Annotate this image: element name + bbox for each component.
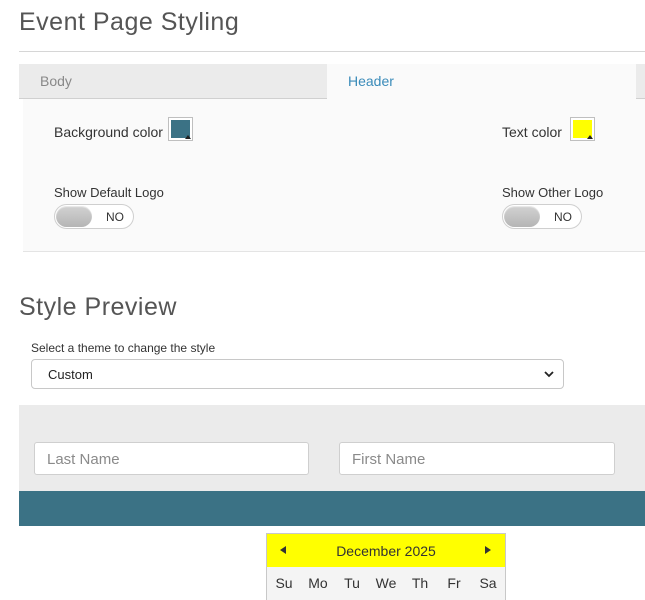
calendar-header: December 2025 [267, 534, 505, 567]
title-divider [19, 51, 645, 52]
calendar-widget: December 2025 Su Mo Tu We Th Fr Sa [266, 533, 506, 600]
toggle-knob [504, 206, 540, 227]
weekday-label: Mo [308, 575, 328, 591]
last-name-placeholder: Last Name [47, 451, 120, 468]
weekday-label: We [375, 575, 397, 591]
chevron-down-icon [544, 371, 554, 378]
style-preview-title: Style Preview [19, 293, 177, 321]
header-settings-panel: Background color Text color Show Default… [23, 99, 645, 252]
tab-body[interactable]: Body [19, 64, 327, 99]
calendar-weekday-row: Su Mo Tu We Th Fr Sa [267, 567, 505, 600]
background-color-label: Background color [54, 124, 163, 140]
show-other-logo-toggle[interactable]: NO [502, 204, 582, 229]
first-name-input[interactable]: First Name [339, 442, 615, 475]
tab-body-label: Body [40, 73, 72, 89]
tab-header-label: Header [348, 73, 394, 89]
preview-header-band [19, 491, 645, 526]
show-other-logo-label: Show Other Logo [502, 185, 604, 200]
theme-select-value: Custom [48, 367, 93, 382]
weekday-label: Sa [479, 575, 497, 591]
weekday-label: Su [275, 575, 293, 591]
last-name-input[interactable]: Last Name [34, 442, 309, 475]
text-color-label: Text color [502, 124, 562, 140]
swatch-caret-icon [587, 135, 593, 139]
toggle-knob [56, 206, 92, 227]
tab-header[interactable]: Header [327, 64, 636, 99]
first-name-placeholder: First Name [352, 451, 426, 468]
page-title: Event Page Styling [19, 8, 240, 36]
triangle-right-icon[interactable] [485, 546, 491, 554]
weekday-label: Th [411, 575, 429, 591]
tab-bar-edge [636, 64, 645, 99]
toggle-state: NO [106, 210, 124, 224]
toggle-state: NO [554, 210, 572, 224]
background-color-picker[interactable] [168, 117, 193, 141]
theme-select[interactable]: Custom [31, 359, 564, 389]
calendar-month-label: December 2025 [336, 543, 436, 559]
weekday-label: Tu [344, 575, 360, 591]
swatch-caret-icon [185, 135, 191, 139]
weekday-label: Fr [447, 575, 461, 591]
tab-bar: Body Header [19, 64, 645, 99]
show-default-logo-toggle[interactable]: NO [54, 204, 134, 229]
show-default-logo-label: Show Default Logo [54, 185, 164, 200]
theme-select-label: Select a theme to change the style [31, 341, 216, 355]
text-color-picker[interactable] [570, 117, 595, 141]
style-preview-area: Last Name First Name [19, 405, 645, 491]
